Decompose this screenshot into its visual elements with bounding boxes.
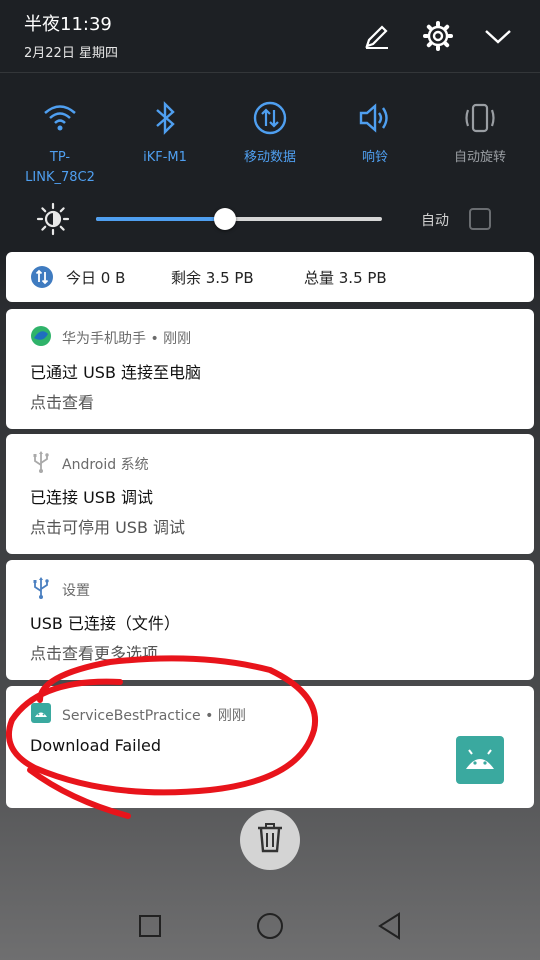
triangle-back-icon	[377, 912, 403, 944]
usb-icon	[30, 450, 52, 478]
auto-brightness-checkbox[interactable]	[469, 208, 491, 230]
auto-brightness-label: 自动	[421, 213, 449, 229]
square-recents-icon	[138, 914, 162, 942]
notification-app-name: ServiceBestPractice • 刚刚	[62, 708, 246, 724]
notification-app-name: 设置	[62, 583, 90, 599]
data-usage-card[interactable]: 今日 0 B 剩余 3.5 PB 总量 3.5 PB	[6, 252, 534, 302]
notification-title: 已连接 USB 调试	[30, 488, 154, 507]
notification-app-name: 华为手机助手 • 刚刚	[62, 331, 192, 347]
collapse-chevron-icon[interactable]	[480, 18, 516, 54]
brightness-slider-thumb[interactable]	[213, 208, 236, 230]
notification-text: 点击查看	[30, 393, 95, 412]
status-date: 2月22日 星期四	[24, 46, 118, 61]
settings-gear-icon[interactable]	[420, 18, 456, 54]
huawei-assistant-icon	[30, 325, 52, 351]
clear-all-button[interactable]	[240, 810, 300, 870]
notification-title: USB 已连接（文件）	[30, 614, 180, 633]
data-today: 今日 0 B	[66, 269, 126, 287]
back-button[interactable]	[366, 904, 414, 952]
usb-icon	[30, 576, 52, 604]
toggle-auto-rotate[interactable]: 自动旋转	[430, 96, 530, 168]
data-remaining: 剩余 3.5 PB	[171, 269, 254, 287]
brightness-icon	[36, 202, 70, 236]
notification-settings[interactable]: 设置 USB 已连接（文件） 点击查看更多选项	[6, 560, 534, 680]
header-divider	[0, 72, 540, 73]
android-app-icon	[30, 702, 52, 728]
toggle-bluetooth[interactable]: iKF-M1	[115, 96, 215, 168]
bluetooth-icon	[115, 96, 215, 140]
toggle-auto-rotate-label: 自动旋转	[453, 150, 506, 165]
wifi-icon	[10, 96, 110, 140]
auto-rotate-icon	[430, 96, 530, 140]
toggle-ringer[interactable]: 响铃	[325, 96, 425, 168]
notification-text: 点击查看更多选项	[30, 644, 159, 663]
brightness-slider-fill	[96, 217, 225, 221]
mobile-data-icon	[220, 96, 320, 140]
ringer-icon	[325, 96, 425, 140]
toggle-ringer-label: 响铃	[361, 150, 388, 165]
toggle-wifi-label: TP- LINK_78C2	[25, 150, 95, 185]
notification-android-system[interactable]: Android 系统 已连接 USB 调试 点击可停用 USB 调试	[6, 434, 534, 554]
notification-service-best-practice[interactable]: ServiceBestPractice • 刚刚 Download Failed	[6, 686, 534, 808]
notification-app-name: Android 系统	[62, 457, 149, 473]
trash-icon	[256, 822, 284, 858]
data-usage-icon	[30, 265, 54, 293]
toggle-mobile-data[interactable]: 移动数据	[220, 96, 320, 168]
data-total: 总量 3.5 PB	[304, 269, 387, 287]
circle-home-icon	[256, 912, 284, 944]
notification-text: 点击可停用 USB 调试	[30, 518, 186, 537]
toggle-mobile-data-label: 移动数据	[243, 150, 296, 165]
notification-huawei-assistant[interactable]: 华为手机助手 • 刚刚 已通过 USB 连接至电脑 点击查看	[6, 309, 534, 429]
toggle-wifi[interactable]: TP- LINK_78C2	[10, 96, 110, 188]
notification-title: 已通过 USB 连接至电脑	[30, 363, 202, 382]
recents-button[interactable]	[126, 904, 174, 952]
status-time: 半夜11:39	[24, 14, 112, 35]
android-large-icon	[456, 736, 504, 784]
edit-icon[interactable]	[359, 18, 395, 54]
toggle-bluetooth-label: iKF-M1	[143, 150, 187, 165]
home-button[interactable]	[246, 904, 294, 952]
notification-title: Download Failed	[30, 736, 162, 755]
